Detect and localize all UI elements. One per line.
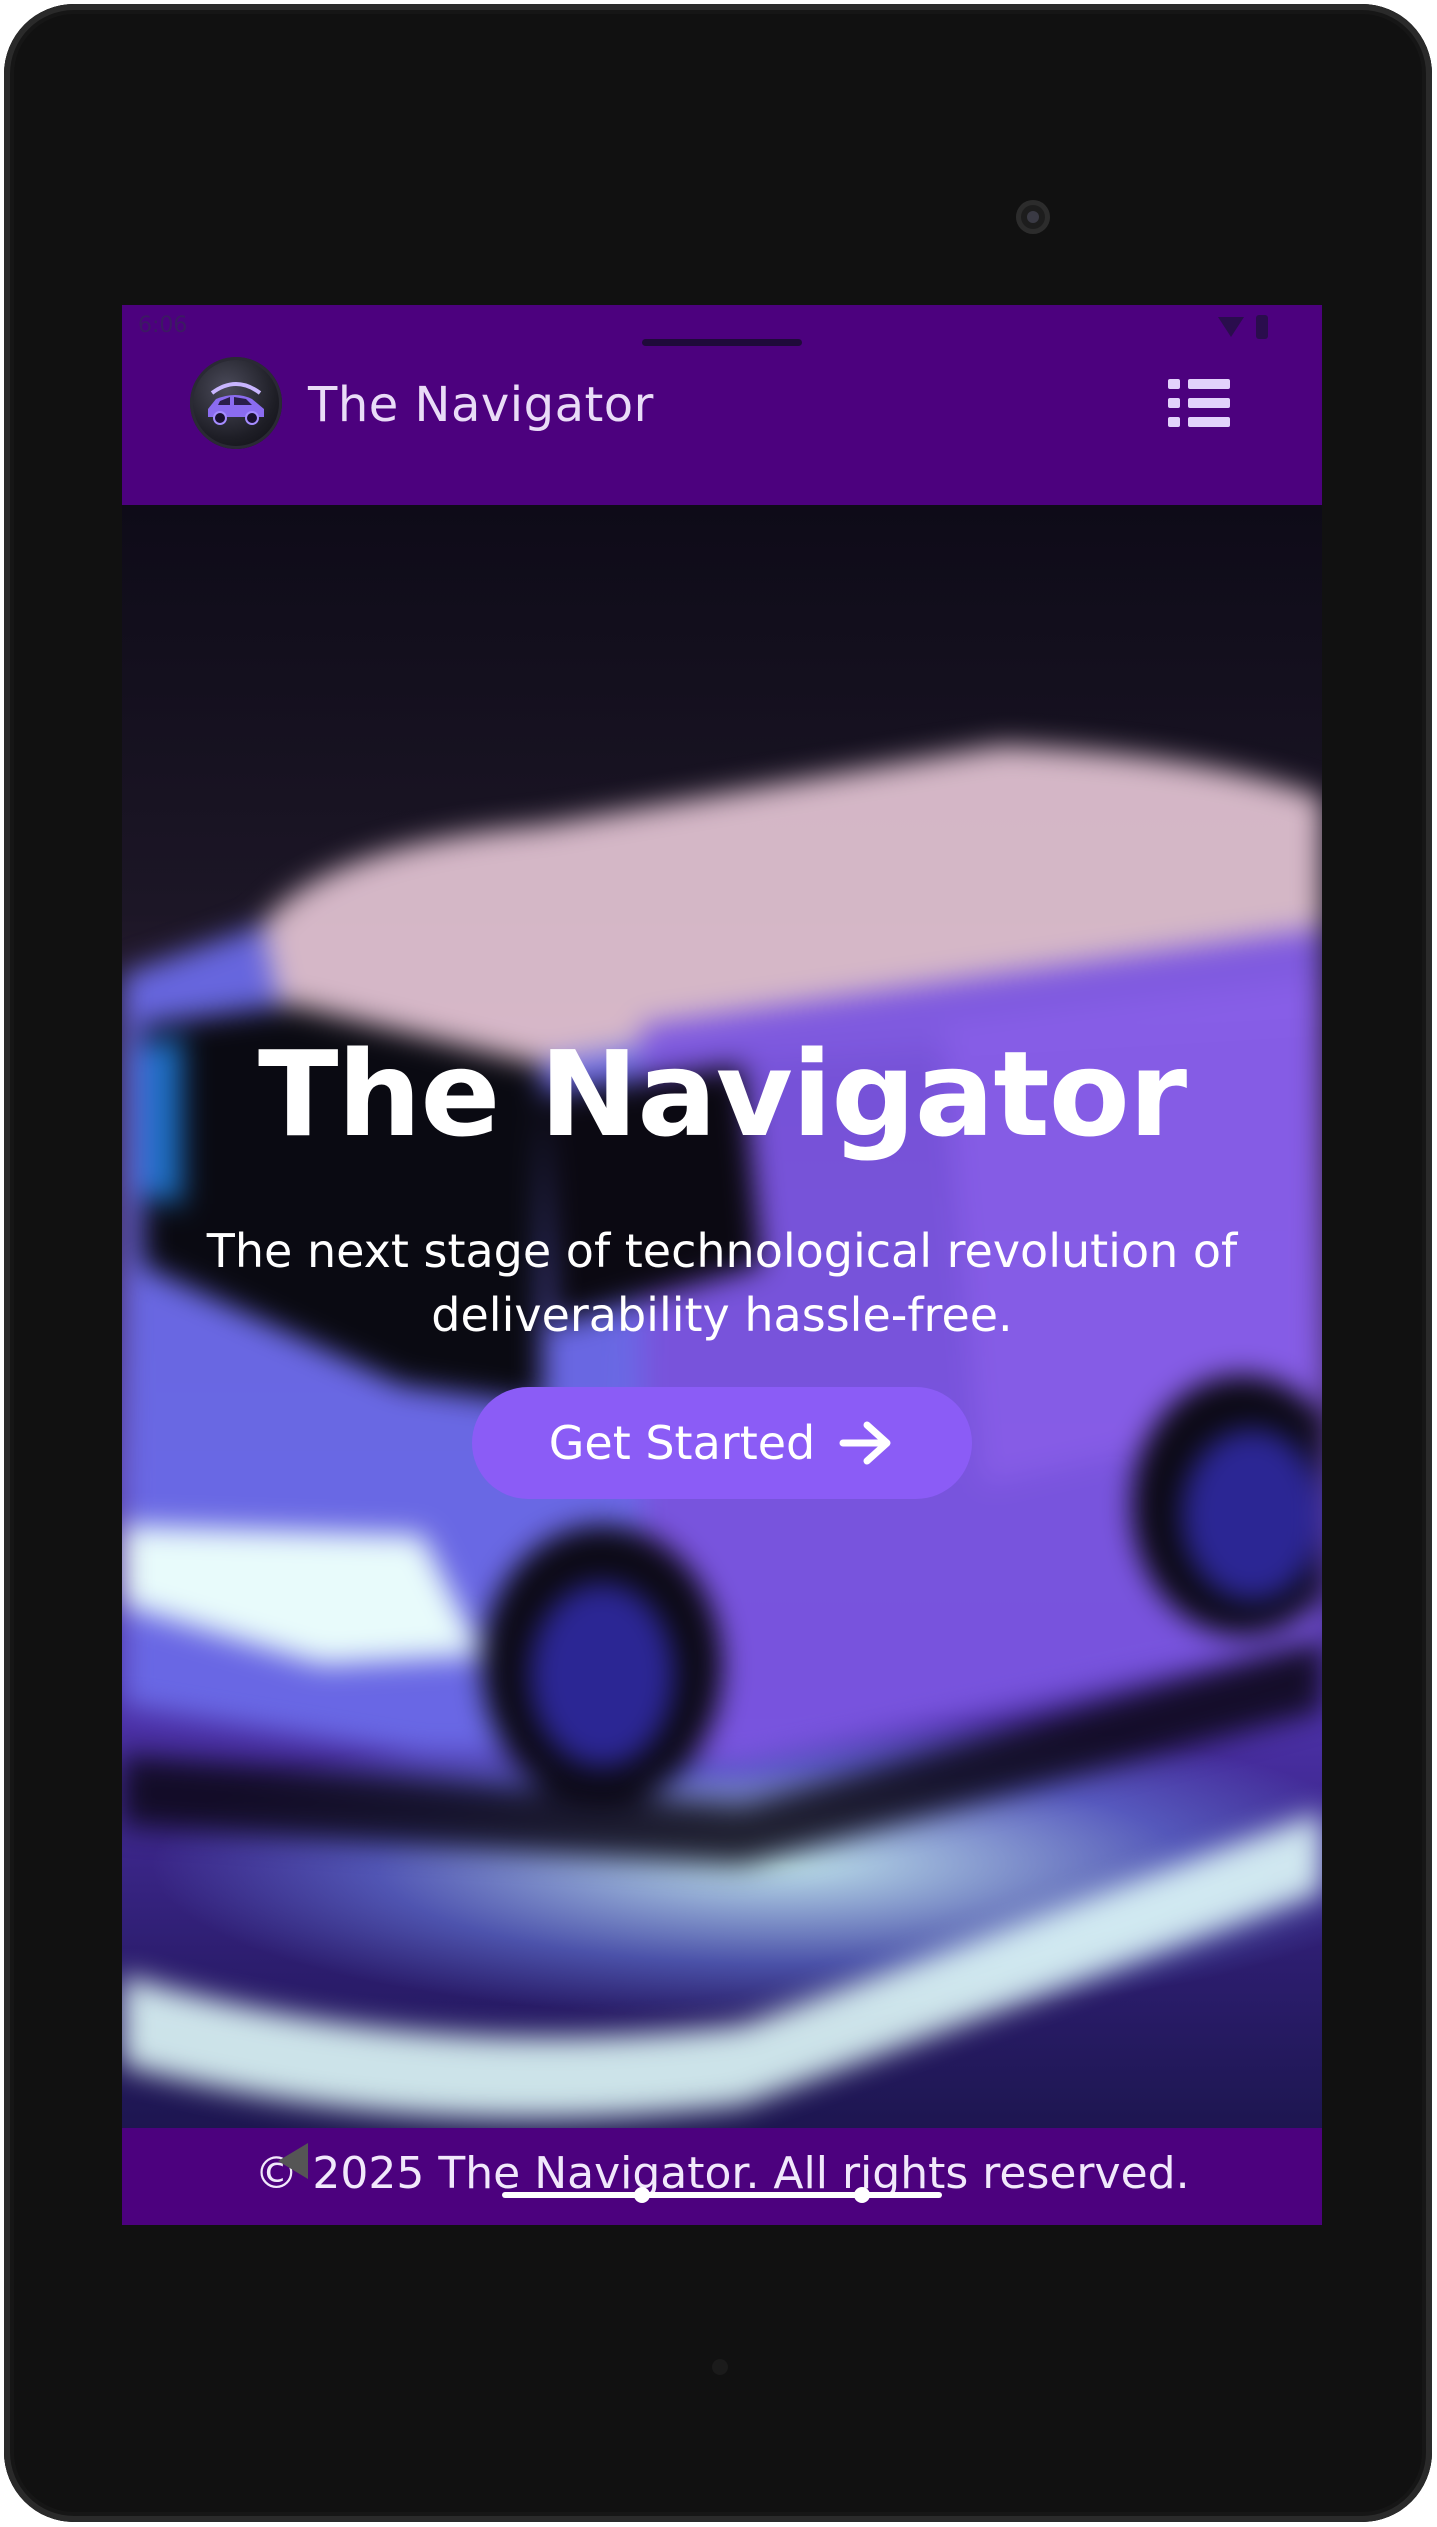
hero-section: The Navigator The next stage of technolo… — [122, 505, 1322, 2128]
drag-handle[interactable] — [642, 339, 802, 346]
app-screen: The Navigator 6:06 The Navigator The nex… — [122, 305, 1322, 2225]
get-started-label: Get Started — [548, 1416, 816, 1470]
tablet-frame: The Navigator 6:06 The Navigator The nex… — [4, 4, 1432, 2522]
get-started-button[interactable]: Get Started — [472, 1387, 972, 1499]
gesture-nav-bar[interactable] — [502, 2187, 942, 2203]
hero-subtitle: The next stage of technological revoluti… — [206, 1224, 1238, 1342]
nav-back-icon[interactable] — [278, 2143, 308, 2179]
arrow-right-icon — [839, 1421, 891, 1465]
hero-content: The Navigator The next stage of technolo… — [122, 505, 1322, 2128]
status-bar: 6:06 — [122, 305, 1322, 355]
device-sensor — [712, 2359, 728, 2375]
car-logo-icon[interactable] — [190, 357, 282, 449]
front-camera — [1016, 200, 1050, 234]
app-title: The Navigator — [308, 377, 654, 433]
status-time: 6:06 — [138, 313, 188, 338]
list-menu-icon[interactable] — [1164, 373, 1234, 433]
battery-icon — [1256, 315, 1268, 339]
wifi-icon — [1218, 317, 1244, 337]
hero-title: The Navigator — [257, 1025, 1187, 1163]
status-icons — [1218, 315, 1268, 339]
